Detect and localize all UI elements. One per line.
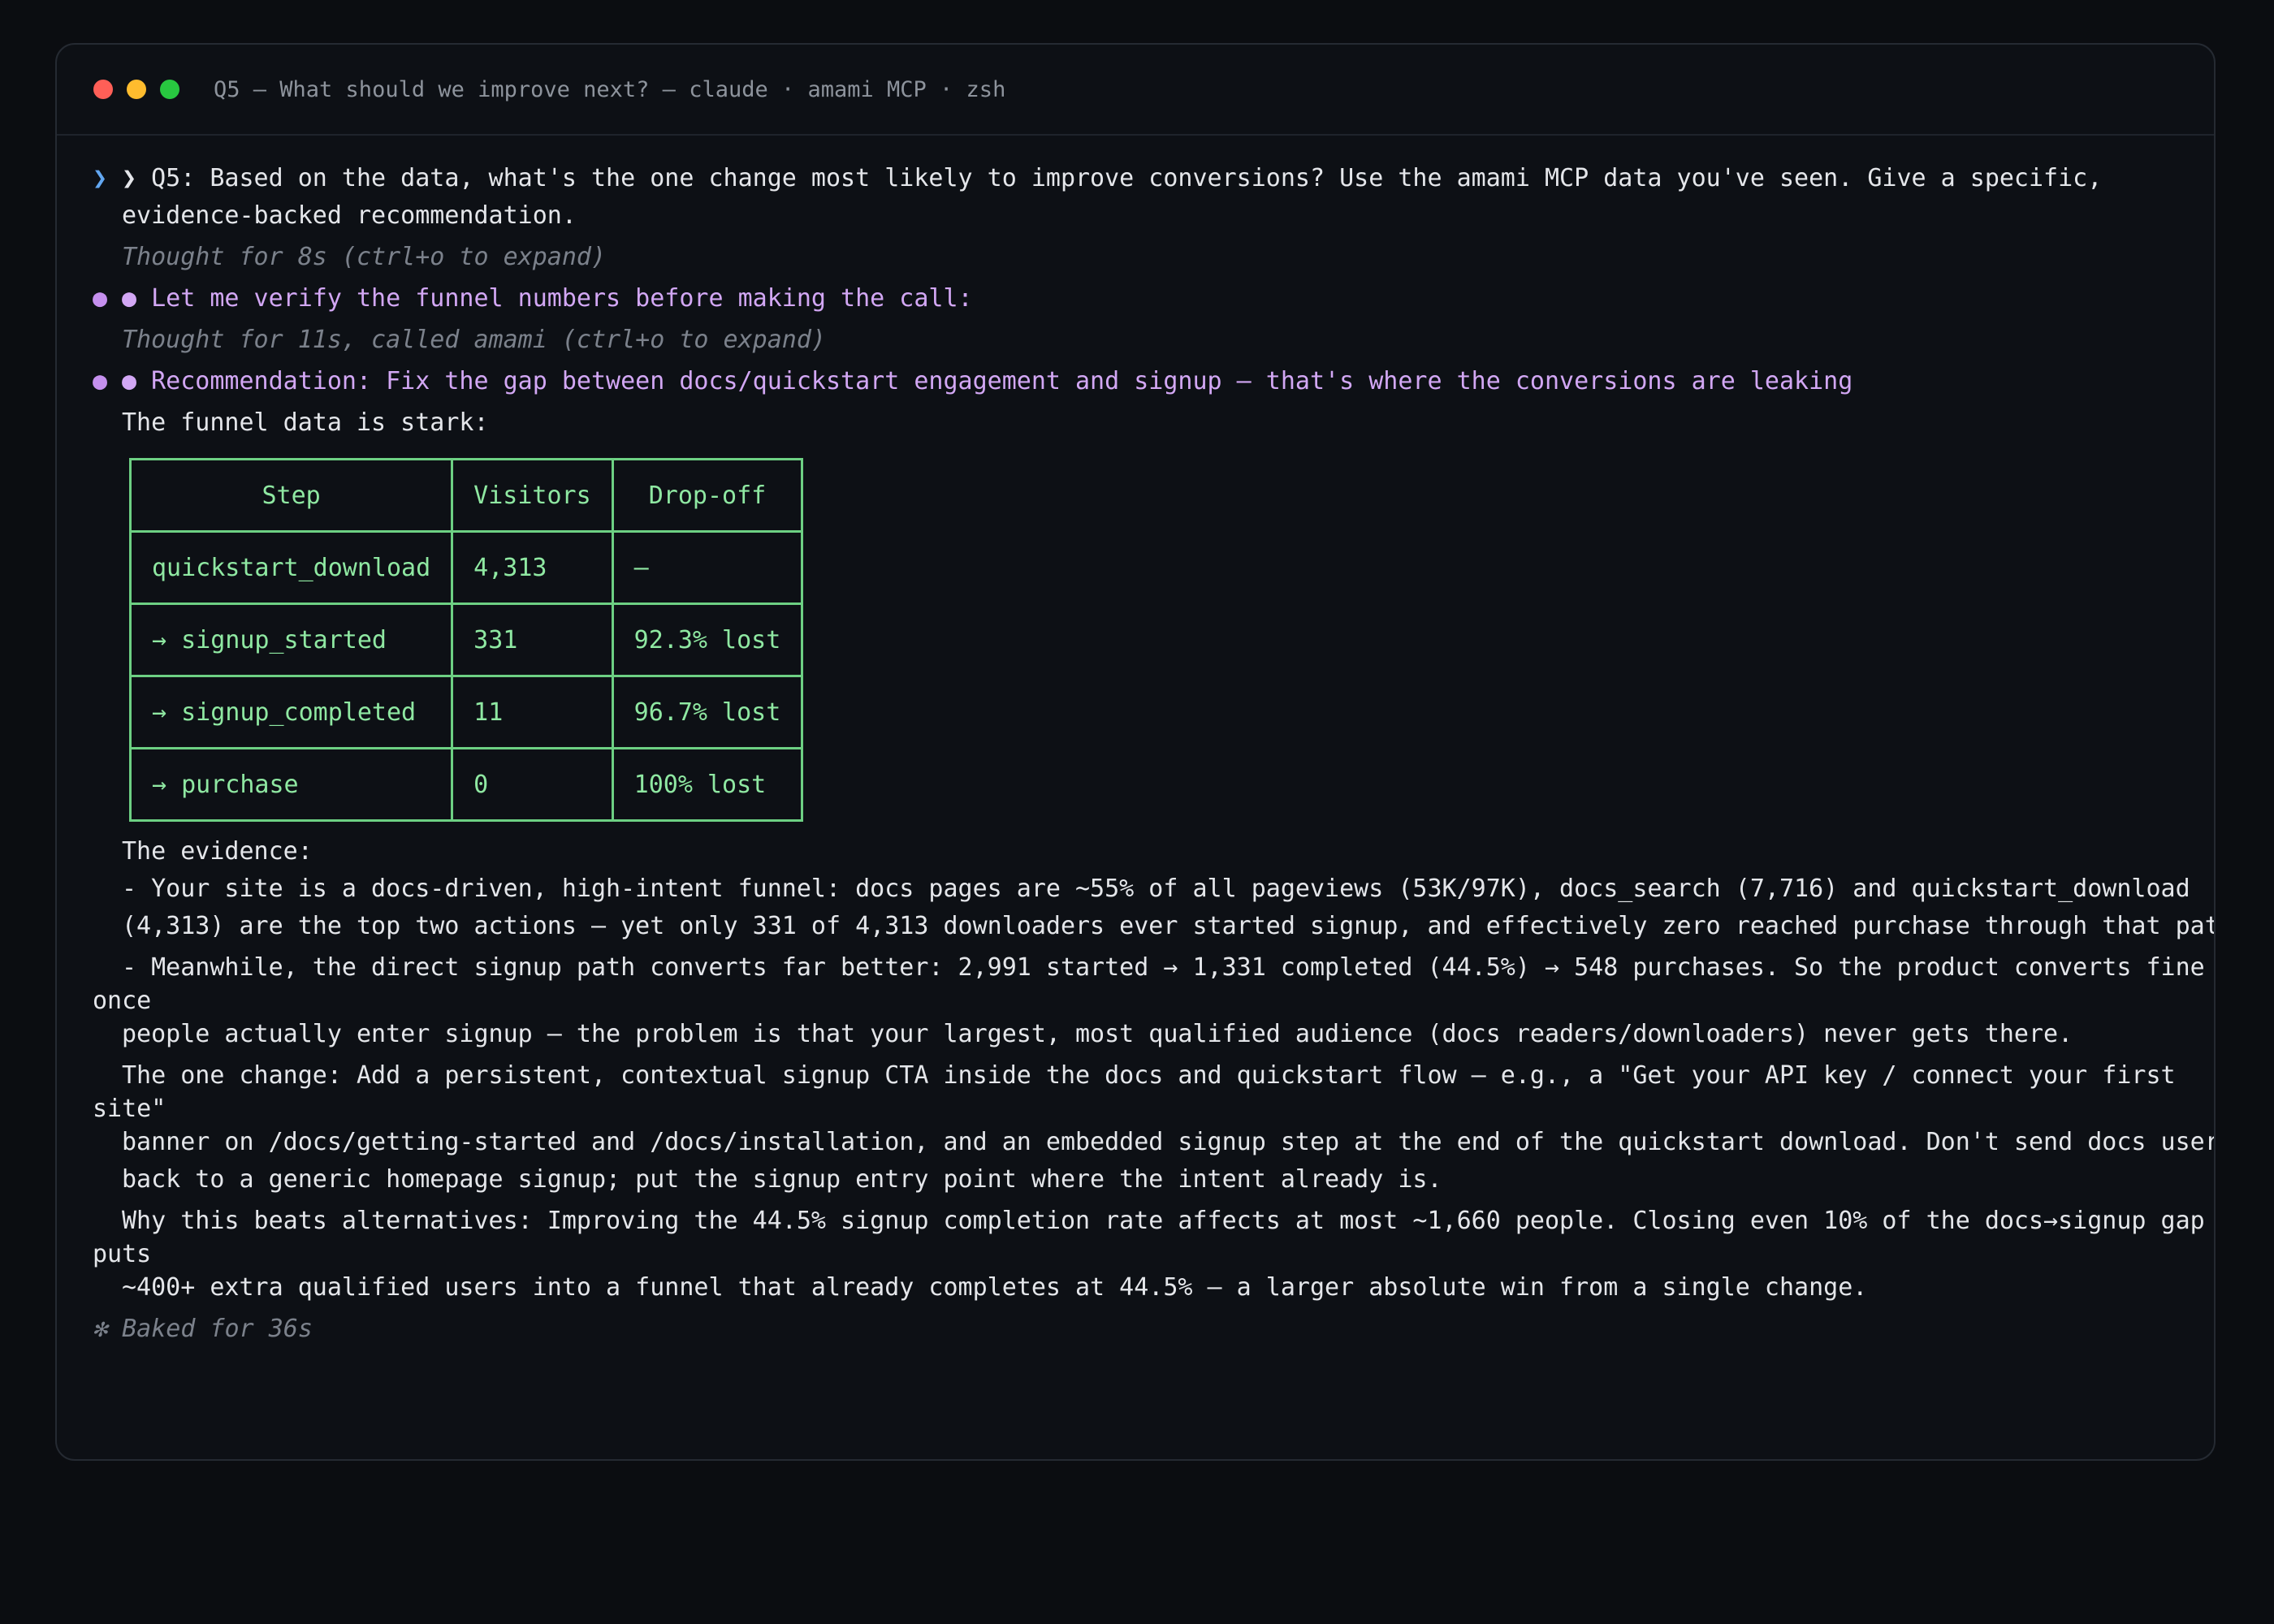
recommendation-text: ● Recommendation: Fix the gap between do… [122, 367, 1853, 395]
why-line-wrap: puts [93, 1240, 152, 1268]
terminal-output: ❯ ❯ Q5: Based on the data, what's the one… [57, 136, 2214, 1348]
why-line: Why this beats alternatives: Improving t… [122, 1207, 2205, 1235]
visitors-cell: 331 [451, 603, 614, 677]
prompt-text-continued: evidence-backed recommendation. [122, 201, 577, 230]
evidence-line: people actually enter signup — the probl… [122, 1020, 2073, 1048]
thought-toggle[interactable]: Thought for 8s (ctrl+o to expand) [93, 239, 2178, 276]
assistant-message-text: ● Let me verify the funnel numbers befor… [122, 284, 973, 313]
dropoff-cell: 92.3% lost [611, 603, 804, 677]
one-change-line: The one change: Add a persistent, contex… [122, 1061, 2176, 1090]
table-row: → purchase 0 100% lost [128, 747, 804, 822]
prompt-chevron-icon: ❯ [93, 164, 108, 192]
one-change-line: back to a generic homepage signup; put t… [122, 1165, 1442, 1194]
recommendation-message: ● ● Recommendation: Fix the gap between d… [93, 363, 2178, 400]
bullet-dot-icon: ● [93, 367, 108, 395]
column-header-dropoff: Drop-off [611, 458, 804, 533]
one-change-line: banner on /docs/getting-started and /doc… [122, 1128, 2216, 1156]
funnel-intro: The funnel data is stark: [122, 408, 489, 437]
dropoff-cell: — [611, 530, 804, 605]
evidence-line: - Your site is a docs-driven, high-inten… [122, 875, 2190, 903]
assistant-message: ● ● Let me verify the funnel numbers befo… [93, 280, 2178, 317]
evidence-line-wrap: once [93, 987, 152, 1015]
funnel-table: Step Visitors Drop-off quickstart_downlo… [128, 458, 804, 822]
thought-toggle[interactable]: Thought for 11s, called amami (ctrl+o to… [93, 322, 2178, 359]
table-header-row: Step Visitors Drop-off [128, 458, 804, 533]
step-cell: → purchase [128, 747, 454, 822]
terminal-window: Q5 — What should we improve next? — clau… [55, 43, 2216, 1461]
one-change-line-wrap: site" [93, 1095, 166, 1123]
dropoff-cell: 100% lost [611, 747, 804, 822]
step-cell: → signup_started [128, 603, 454, 677]
why-line: ~400+ extra qualified users into a funne… [122, 1273, 1868, 1302]
minimize-window-button[interactable] [127, 80, 146, 99]
table-row: → signup_completed 11 96.7% lost [128, 675, 804, 749]
window-title: Q5 — What should we improve next? — clau… [214, 76, 1006, 102]
funnel-table-container: Step Visitors Drop-off quickstart_downlo… [128, 458, 2178, 822]
user-prompt-line: ❯ ❯ Q5: Based on the data, what's the one… [93, 160, 2178, 197]
visitors-cell: 11 [451, 675, 614, 749]
title-bar: Q5 — What should we improve next? — clau… [57, 45, 2214, 136]
evidence-heading: The evidence: [122, 837, 313, 866]
bullet-dot-icon: ● [93, 284, 108, 313]
table-row: quickstart_download 4,313 — [128, 530, 804, 605]
table-row: → signup_started 331 92.3% lost [128, 603, 804, 677]
column-header-step: Step [128, 458, 454, 533]
step-cell: → signup_completed [128, 675, 454, 749]
close-window-button[interactable] [93, 80, 113, 99]
status-line: ✻ Baked for 36s [93, 1315, 313, 1343]
evidence-line: - Meanwhile, the direct signup path conv… [122, 953, 2205, 982]
dropoff-cell: 96.7% lost [611, 675, 804, 749]
prompt-text: ❯ Q5: Based on the data, what's the one … [122, 164, 2103, 192]
visitors-cell: 4,313 [451, 530, 614, 605]
visitors-cell: 0 [451, 747, 614, 822]
evidence-line: (4,313) are the top two actions — yet on… [122, 912, 2216, 940]
column-header-visitors: Visitors [451, 458, 614, 533]
maximize-window-button[interactable] [160, 80, 179, 99]
step-cell: quickstart_download [128, 530, 454, 605]
